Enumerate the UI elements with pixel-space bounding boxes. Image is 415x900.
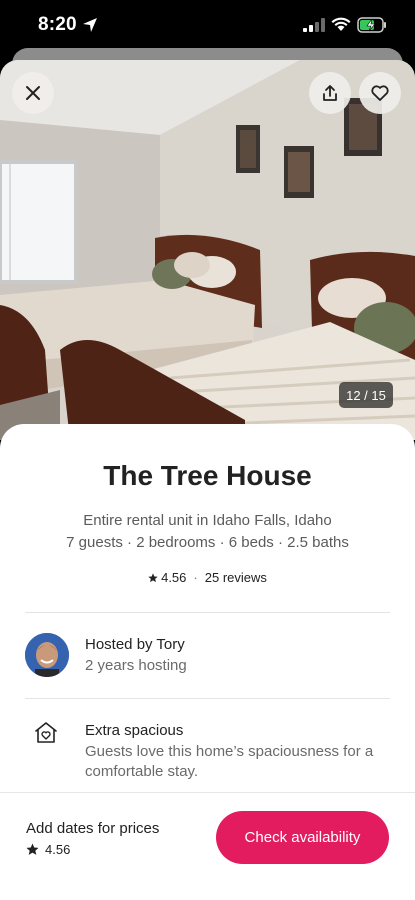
home-heart-icon xyxy=(35,722,57,743)
battery-charging-icon xyxy=(357,17,386,33)
photo-counter: 12 / 15 xyxy=(339,382,393,408)
feature-description: Guests love this home’s spaciousness for… xyxy=(85,743,374,780)
rating-summary: 4.56 · 25 reviews xyxy=(0,570,415,585)
star-icon xyxy=(148,572,158,582)
listing-subtitle: Entire rental unit in Idaho Falls, Idaho xyxy=(83,512,332,529)
host-section[interactable]: Hosted by Tory 2 years hosting xyxy=(25,633,390,679)
heart-icon xyxy=(371,85,389,101)
listing-details: 7 guests · 2 bedrooms · 6 beds · 2.5 bat… xyxy=(66,534,349,551)
host-name: Hosted by Tory xyxy=(85,636,185,653)
cellular-signal-icon xyxy=(303,18,325,32)
divider xyxy=(25,698,390,699)
footer-rating-value: 4.56 xyxy=(45,842,71,857)
rating-value: 4.56 xyxy=(161,570,187,585)
separator-dot: · xyxy=(193,570,198,585)
wifi-icon xyxy=(331,17,351,31)
avatar xyxy=(25,633,69,677)
listing-title: The Tree House xyxy=(103,460,312,491)
booking-footer: Add dates for prices 4.56 Check availabi… xyxy=(0,792,415,900)
feature-title: Extra spacious xyxy=(85,722,184,739)
check-availability-button[interactable]: Check availability xyxy=(216,811,389,864)
close-icon xyxy=(26,86,40,100)
divider xyxy=(25,612,390,613)
share-icon xyxy=(323,85,337,101)
price-prompt[interactable]: Add dates for prices xyxy=(26,820,159,837)
share-button[interactable] xyxy=(309,72,351,114)
status-time: 8:20 xyxy=(38,14,77,35)
footer-rating: 4.56 xyxy=(26,842,70,857)
star-icon xyxy=(26,843,39,855)
reviews-link[interactable]: 25 reviews xyxy=(205,570,267,585)
close-button[interactable] xyxy=(12,72,54,114)
status-bar: 8:20 xyxy=(0,0,415,52)
save-button[interactable] xyxy=(359,72,401,114)
host-years: 2 years hosting xyxy=(85,657,187,674)
location-arrow-icon xyxy=(83,18,97,32)
